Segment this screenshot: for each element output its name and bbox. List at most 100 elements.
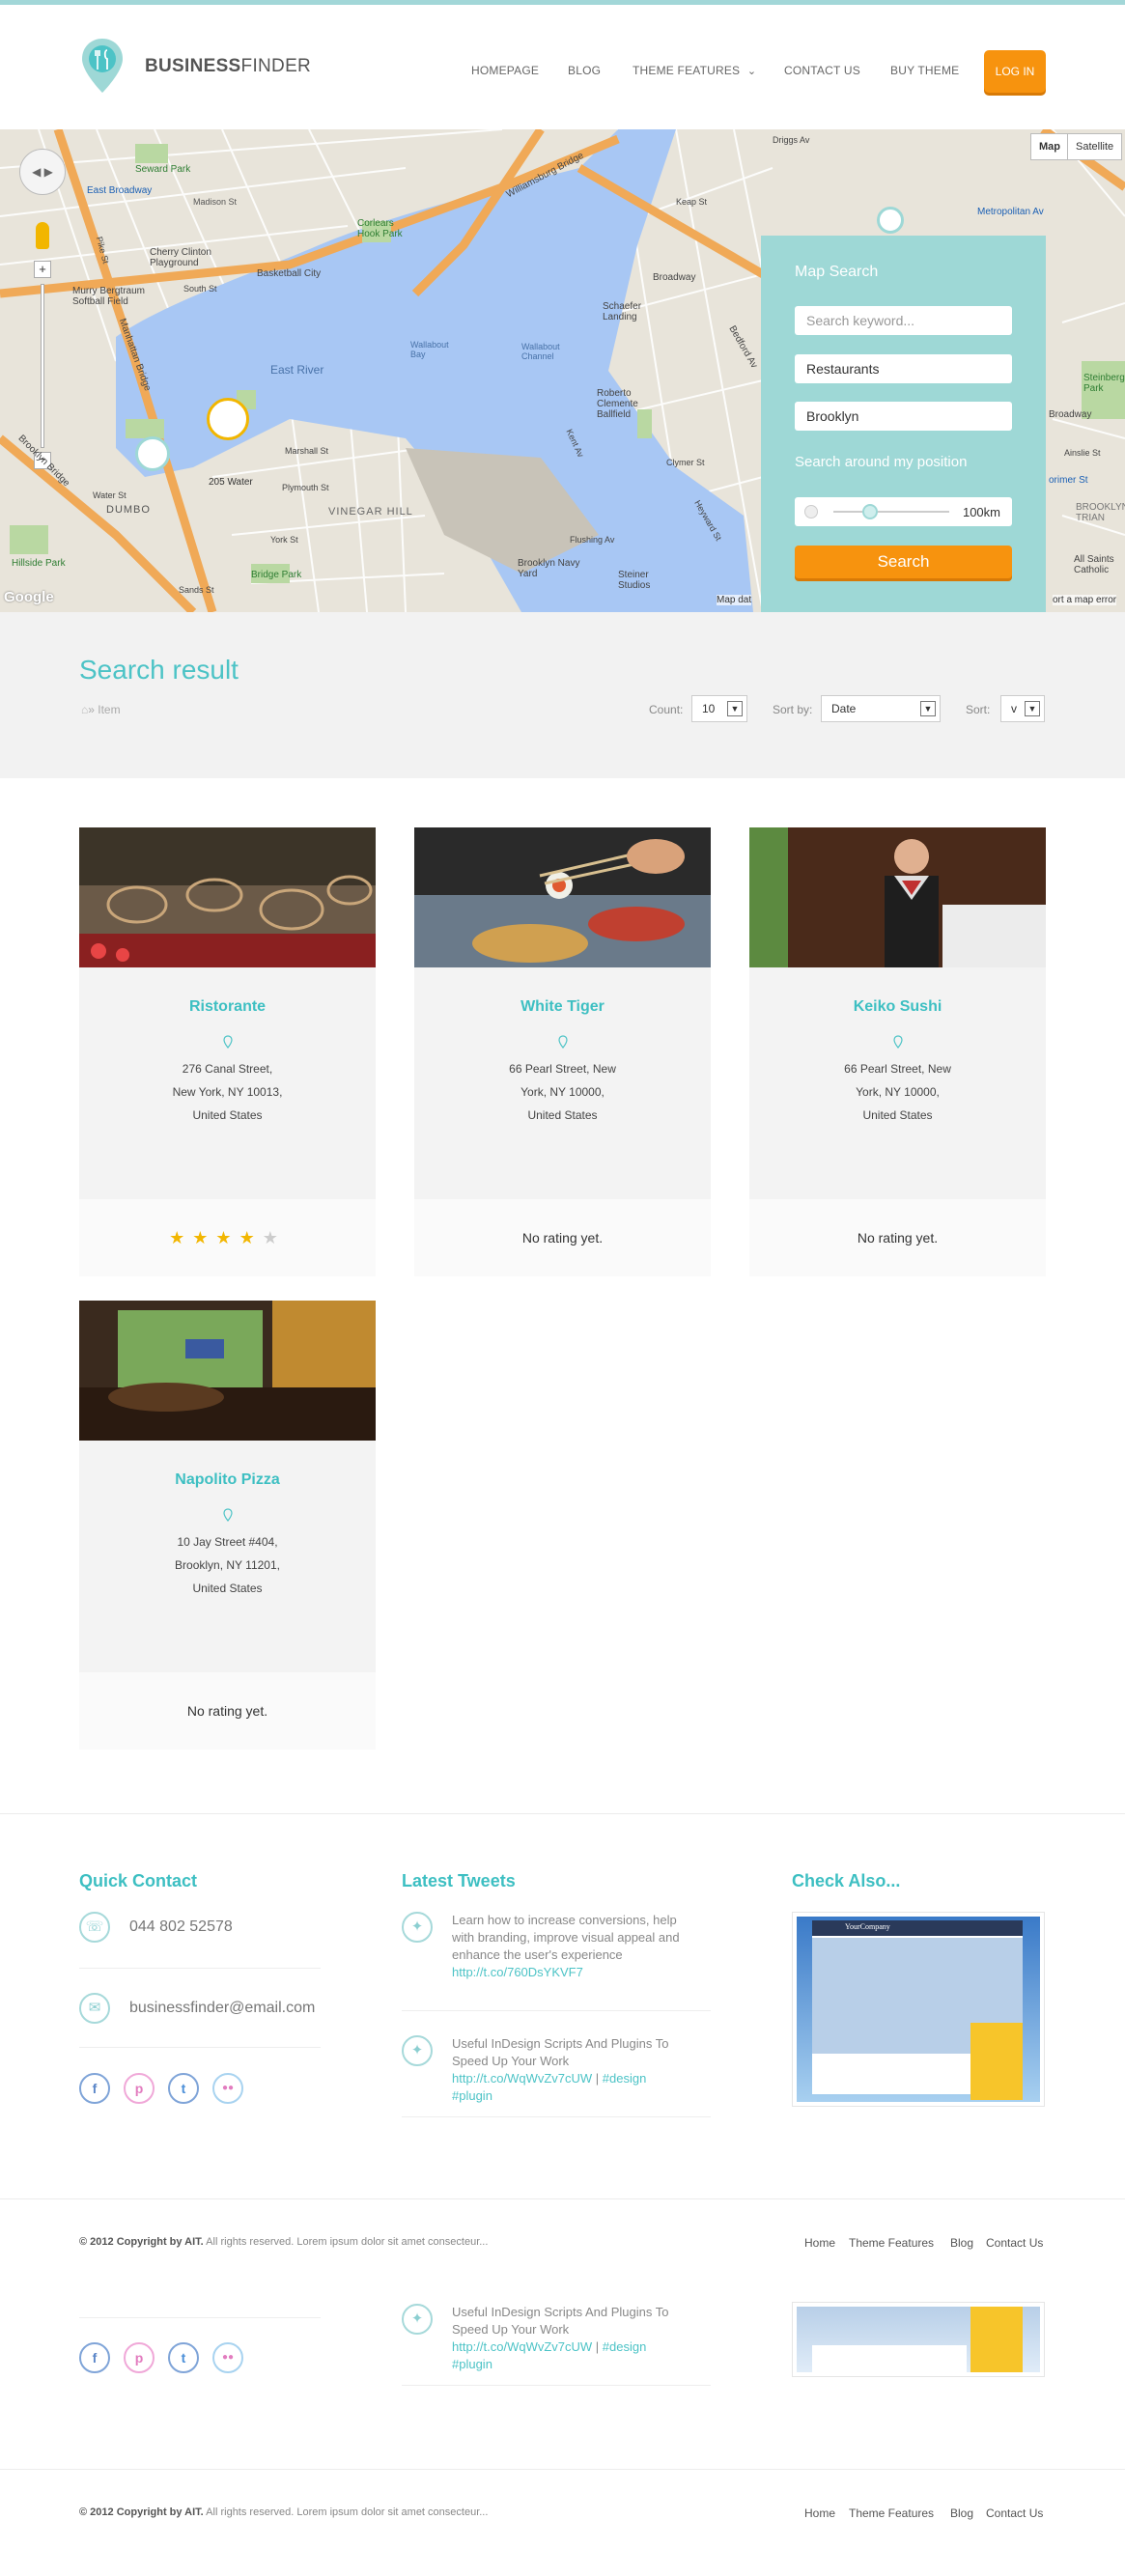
flickr-icon[interactable]: ●●: [212, 2342, 243, 2373]
contact-email[interactable]: businessfinder@email.com: [129, 2000, 315, 2017]
card-image[interactable]: [414, 827, 711, 967]
nav-buy-theme[interactable]: BUY THEME: [890, 64, 959, 77]
twitter-bird-icon: ✦: [402, 2304, 433, 2335]
logo-pin-icon[interactable]: [79, 37, 126, 95]
facebook-icon[interactable]: f: [79, 2342, 110, 2373]
theme-thumbnail[interactable]: YourCompany: [792, 1912, 1045, 2107]
card-title[interactable]: Ristorante: [79, 967, 376, 1016]
sort-label: Sort:: [966, 703, 991, 716]
position-checkbox[interactable]: [804, 505, 818, 518]
map-label: Hillside Park: [12, 558, 66, 569]
hashtag-link[interactable]: #plugin: [452, 2088, 492, 2103]
map-label: Schaefer Landing: [603, 301, 642, 322]
map-label: DUMBO: [106, 504, 151, 516]
card-image[interactable]: [749, 827, 1046, 967]
sortby-select[interactable]: Date ▼: [821, 695, 941, 722]
facebook-icon[interactable]: f: [79, 2073, 110, 2104]
login-button[interactable]: LOG IN: [984, 50, 1046, 93]
sortby-label: Sort by:: [773, 703, 813, 716]
footer-link-home[interactable]: Home: [804, 2236, 835, 2250]
footer-link-theme-features[interactable]: Theme Features: [849, 2506, 934, 2520]
footer-link-contact-us[interactable]: Contact Us: [986, 2236, 1043, 2250]
search-button[interactable]: Search: [795, 546, 1012, 578]
card-rating: ★★★★★: [79, 1199, 376, 1276]
card-title[interactable]: White Tiger: [414, 967, 711, 1016]
result-card[interactable]: Keiko Sushi 66 Pearl Street, New York, NY…: [749, 827, 1046, 1281]
category-select[interactable]: Restaurants: [795, 354, 1012, 383]
map-type-satellite-button[interactable]: Satellite: [1067, 133, 1123, 160]
sort-select[interactable]: v ▼: [1000, 695, 1045, 722]
map-marker-icon[interactable]: [207, 398, 249, 440]
quick-contact-title: Quick Contact: [79, 1871, 198, 1890]
star-icon: ★: [192, 1228, 216, 1247]
nav-homepage[interactable]: HOMEPAGE: [471, 64, 539, 77]
footer-link-blog[interactable]: Blog: [950, 2506, 973, 2520]
pegman-icon[interactable]: [36, 222, 49, 249]
card-rating: No rating yet.: [749, 1199, 1046, 1276]
tweet-link[interactable]: http://t.co/WqWvZv7cUW: [452, 2339, 592, 2354]
tweet-link[interactable]: http://t.co/760DsYKVF7: [452, 1965, 583, 1979]
map-marker-icon[interactable]: [877, 207, 904, 234]
location-pin-icon: [222, 1035, 233, 1049]
map-label: Steiner Studios: [618, 570, 651, 591]
flickr-icon[interactable]: ●●: [212, 2073, 243, 2104]
card-image[interactable]: [79, 827, 376, 967]
dropdown-arrow-icon: ▼: [920, 701, 936, 716]
zoom-slider[interactable]: [41, 284, 44, 448]
nav-theme-features[interactable]: THEME FEATURES ⌄: [633, 64, 756, 77]
card-body: Napolito Pizza 10 Jay Street #404, Brookl…: [79, 1441, 376, 1672]
divider: [402, 2116, 711, 2117]
map-attribution: Map dat: [717, 595, 752, 605]
map-report-link[interactable]: ort a map error: [1053, 595, 1117, 605]
map-label: Wallabout Bay: [410, 340, 449, 359]
map-search-title: Map Search: [795, 264, 879, 280]
card-body: Keiko Sushi 66 Pearl Street, New York, NY…: [749, 967, 1046, 1199]
map-type-map-button[interactable]: Map: [1030, 133, 1069, 160]
nav-contact-us[interactable]: CONTACT US: [784, 64, 860, 77]
footer-divider: [0, 1813, 1125, 1814]
star-empty-icon: ★: [262, 1228, 286, 1247]
footer-link-contact-us[interactable]: Contact Us: [986, 2506, 1043, 2520]
search-keyword-input[interactable]: Search keyword...: [795, 306, 1012, 335]
card-address: 66 Pearl Street, New York, NY 10000, Unite…: [844, 1062, 951, 1122]
breadcrumb-item[interactable]: » Item: [88, 703, 120, 716]
card-image[interactable]: [79, 1301, 376, 1441]
slider-handle[interactable]: [862, 504, 878, 519]
divider: [79, 2047, 321, 2048]
hashtag-link[interactable]: #design: [603, 2071, 647, 2086]
card-title[interactable]: Keiko Sushi: [749, 967, 1046, 1016]
pinterest-icon[interactable]: p: [124, 2342, 155, 2373]
hashtag-link[interactable]: #plugin: [452, 2357, 492, 2371]
card-title[interactable]: Napolito Pizza: [79, 1441, 376, 1489]
nav-blog[interactable]: BLOG: [568, 64, 601, 77]
count-select[interactable]: 10 ▼: [691, 695, 747, 722]
theme-thumbnail[interactable]: [792, 2302, 1045, 2377]
twitter-icon[interactable]: t: [168, 2342, 199, 2373]
contact-phone: 044 802 52578: [129, 1918, 233, 1935]
footer-link-home[interactable]: Home: [804, 2506, 835, 2520]
result-card[interactable]: Ristorante 276 Canal Street, New York, NY…: [79, 827, 376, 1281]
star-icon: ★: [169, 1228, 193, 1247]
footer-link-theme-features[interactable]: Theme Features: [849, 2236, 934, 2250]
tweet-link[interactable]: http://t.co/WqWvZv7cUW: [452, 2071, 592, 2086]
pinterest-icon[interactable]: p: [124, 2073, 155, 2104]
result-card[interactable]: Napolito Pizza 10 Jay Street #404, Brookl…: [79, 1301, 376, 1754]
location-pin-icon: [557, 1035, 568, 1049]
map-pan-control[interactable]: ◀ ▶: [19, 149, 66, 195]
radius-slider[interactable]: 100km: [795, 497, 1012, 526]
map-marker-icon[interactable]: [135, 436, 170, 471]
twitter-icon[interactable]: t: [168, 2073, 199, 2104]
divider: [402, 2010, 711, 2011]
location-select[interactable]: Brooklyn: [795, 402, 1012, 431]
slider-track: [833, 511, 949, 513]
footer-link-blog[interactable]: Blog: [950, 2236, 973, 2250]
hashtag-link[interactable]: #design: [603, 2339, 647, 2354]
map-label: Ainslie St: [1064, 448, 1101, 458]
map-label: Murry Bergtraum Softball Field: [72, 286, 146, 307]
google-logo[interactable]: Google: [4, 589, 54, 605]
zoom-in-button[interactable]: +: [34, 261, 51, 278]
card-rating: No rating yet.: [414, 1199, 711, 1276]
result-card[interactable]: White Tiger 66 Pearl Street, New York, NY…: [414, 827, 711, 1281]
logo-wordmark[interactable]: BUSINESSFINDER: [145, 56, 311, 77]
card-body: White Tiger 66 Pearl Street, New York, NY…: [414, 967, 711, 1199]
